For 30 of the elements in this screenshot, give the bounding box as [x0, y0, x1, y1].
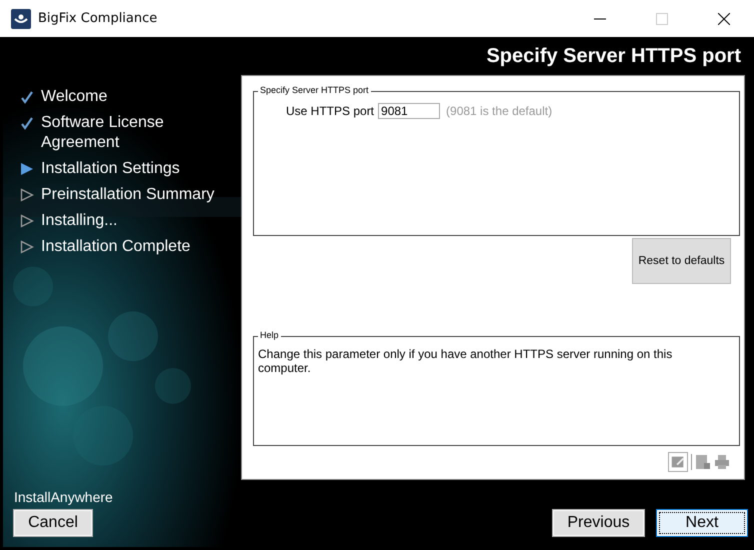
printer-icon[interactable]: [714, 454, 730, 470]
step-label: Installing...: [41, 211, 118, 231]
port-field[interactable]: 9081: [378, 103, 440, 119]
checkmark-icon: [20, 116, 34, 130]
triangle-outline-icon: [20, 214, 34, 228]
next-button[interactable]: Next: [656, 509, 748, 537]
group-label: Specify Server HTTPS port: [258, 85, 371, 95]
window-title: BigFix Compliance: [38, 11, 158, 26]
step-label: Software License Agreement: [41, 113, 165, 153]
previous-button[interactable]: Previous: [552, 509, 645, 537]
step-label: Installation Complete: [41, 237, 192, 257]
cancel-button[interactable]: Cancel: [13, 509, 93, 537]
triangle-outline-icon: [20, 240, 34, 254]
brand-label: InstallAnywhere: [14, 489, 114, 505]
step-label: Welcome: [41, 87, 108, 107]
close-icon[interactable]: [718, 12, 730, 24]
page-heading: Specify Server HTTPS port: [485, 45, 741, 69]
step-label: Preinstallation Summary: [41, 185, 216, 205]
group-label: Help: [258, 330, 281, 340]
reset-button[interactable]: Reset to defaults: [632, 238, 731, 284]
document-icon[interactable]: [695, 454, 711, 470]
field-label: Use HTTPS port: [286, 104, 374, 118]
app-logo-icon: [11, 8, 31, 28]
step-label: Installation Settings: [41, 159, 181, 179]
hint-text: (9081 is the default): [446, 104, 552, 118]
edit-icon[interactable]: [668, 452, 688, 472]
triangle-outline-icon: [20, 188, 34, 202]
checkmark-icon: [20, 90, 34, 104]
help-text: Change this parameter only if you have another HTTPS server running on this computer.: [258, 347, 674, 375]
triangle-icon: [20, 162, 34, 176]
